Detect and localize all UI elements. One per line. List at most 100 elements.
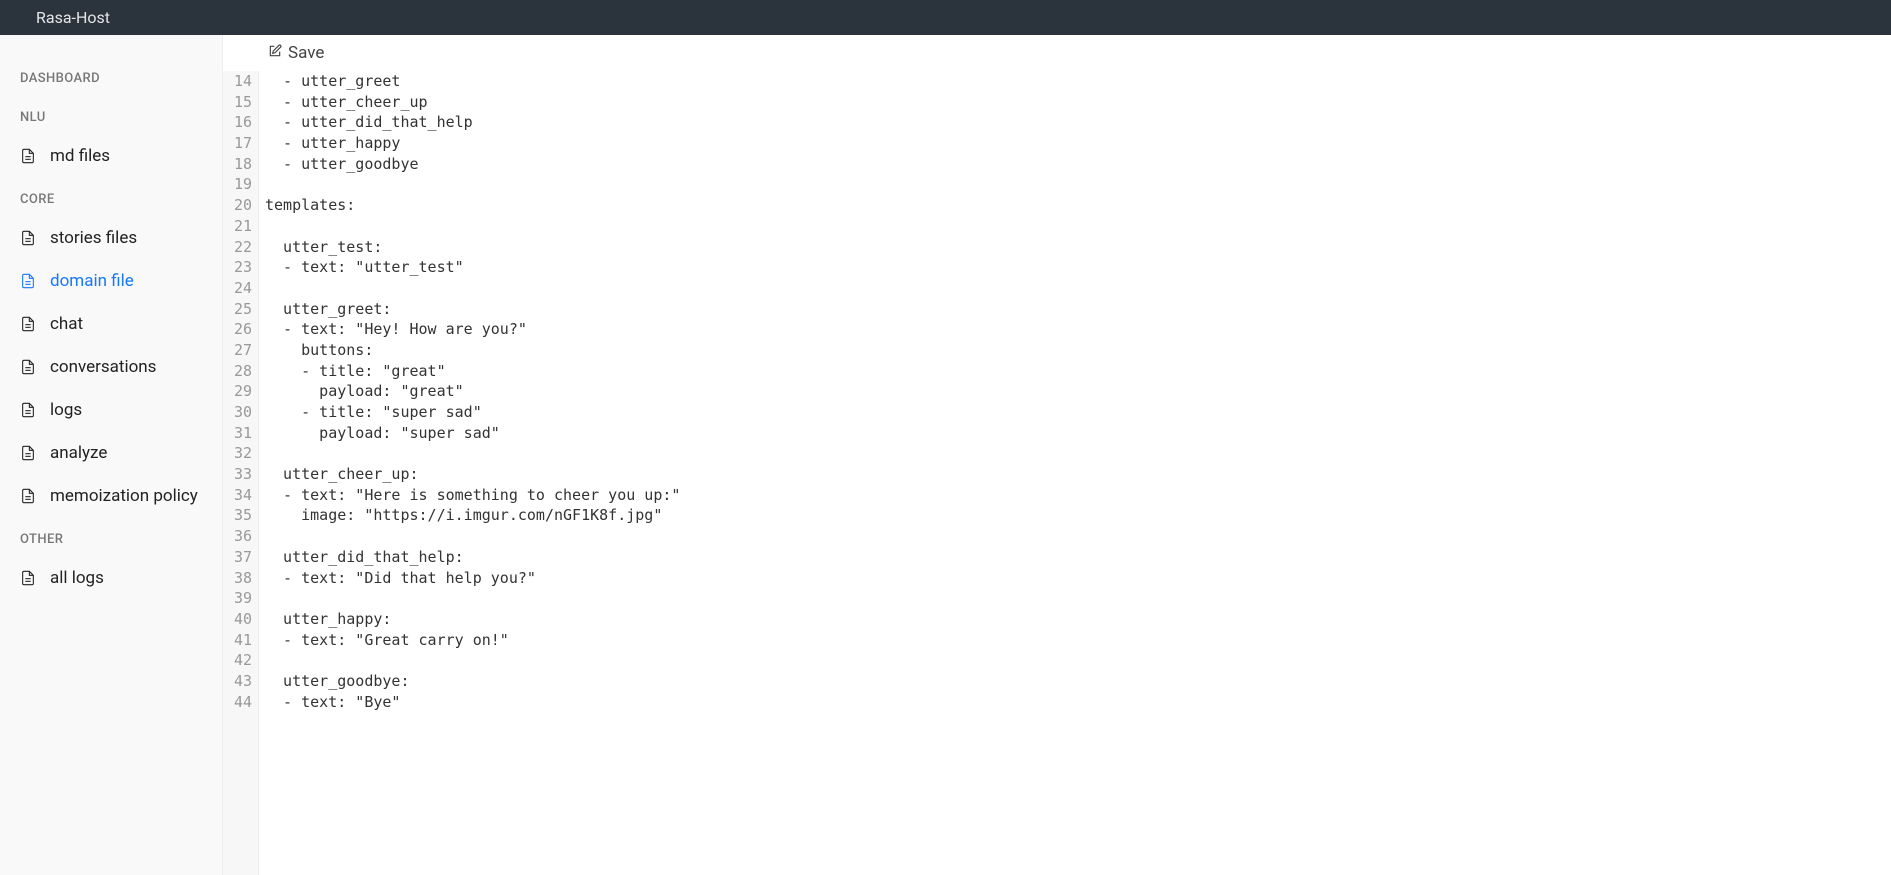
file-icon [20, 487, 38, 505]
sidebar-section-title: DASHBOARD [0, 57, 222, 96]
code-line[interactable] [265, 443, 680, 464]
sidebar-section-title: NLU [0, 96, 222, 135]
line-number: 27 [229, 340, 252, 361]
code-line[interactable]: - text: "Hey! How are you?" [265, 319, 680, 340]
line-number: 42 [229, 650, 252, 671]
code-line[interactable]: - text: "Bye" [265, 692, 680, 713]
line-number: 43 [229, 671, 252, 692]
code-line[interactable]: - text: "Did that help you?" [265, 568, 680, 589]
line-number: 19 [229, 174, 252, 195]
code-line[interactable]: templates: [265, 195, 680, 216]
code-line[interactable]: payload: "super sad" [265, 423, 680, 444]
line-number: 33 [229, 464, 252, 485]
save-button[interactable]: Save [268, 43, 324, 63]
line-number: 38 [229, 568, 252, 589]
sidebar-item-label: memoization policy [50, 485, 202, 508]
file-icon [20, 444, 38, 462]
code-line[interactable]: utter_greet: [265, 299, 680, 320]
line-number: 17 [229, 133, 252, 154]
line-number: 24 [229, 278, 252, 299]
line-number: 15 [229, 92, 252, 113]
sidebar-item-label: analyze [50, 442, 202, 465]
line-number: 25 [229, 299, 252, 320]
sidebar-item-label: domain file [50, 270, 202, 293]
sidebar-item-label: logs [50, 399, 202, 422]
sidebar-item-domain-file[interactable]: domain file [0, 260, 222, 303]
app-header: Rasa-Host [0, 0, 1891, 35]
line-number: 31 [229, 423, 252, 444]
sidebar-item-md-files[interactable]: md files [0, 135, 222, 178]
line-number: 20 [229, 195, 252, 216]
code-line[interactable]: utter_goodbye: [265, 671, 680, 692]
sidebar-item-label: chat [50, 313, 202, 336]
file-icon [20, 147, 38, 165]
code-line[interactable]: utter_happy: [265, 609, 680, 630]
code-editor[interactable]: 1415161718192021222324252627282930313233… [223, 71, 1891, 875]
code-line[interactable]: payload: "great" [265, 381, 680, 402]
line-number: 36 [229, 526, 252, 547]
line-number: 23 [229, 257, 252, 278]
sidebar-item-memoization-policy[interactable]: memoization policy [0, 475, 222, 518]
code-line[interactable] [265, 278, 680, 299]
code-line[interactable]: utter_did_that_help: [265, 547, 680, 568]
sidebar-item-label: md files [50, 145, 202, 168]
line-number-gutter: 1415161718192021222324252627282930313233… [223, 71, 259, 875]
app-title: Rasa-Host [36, 8, 110, 27]
code-line[interactable]: - utter_goodbye [265, 154, 680, 175]
line-number: 35 [229, 505, 252, 526]
file-icon [20, 401, 38, 419]
code-line[interactable]: utter_cheer_up: [265, 464, 680, 485]
code-line[interactable] [265, 650, 680, 671]
line-number: 30 [229, 402, 252, 423]
code-line[interactable]: - title: "super sad" [265, 402, 680, 423]
line-number: 41 [229, 630, 252, 651]
line-number: 29 [229, 381, 252, 402]
sidebar-item-label: stories files [50, 227, 202, 250]
line-number: 14 [229, 71, 252, 92]
line-number: 32 [229, 443, 252, 464]
code-line[interactable]: - text: "Great carry on!" [265, 630, 680, 651]
code-line[interactable]: - utter_greet [265, 71, 680, 92]
file-icon [20, 272, 38, 290]
code-line[interactable] [265, 174, 680, 195]
sidebar-item-stories-files[interactable]: stories files [0, 217, 222, 260]
line-number: 44 [229, 692, 252, 713]
line-number: 34 [229, 485, 252, 506]
line-number: 21 [229, 216, 252, 237]
code-line[interactable]: - utter_happy [265, 133, 680, 154]
code-line[interactable]: image: "https://i.imgur.com/nGF1K8f.jpg" [265, 505, 680, 526]
file-icon [20, 569, 38, 587]
save-label: Save [288, 43, 324, 63]
line-number: 37 [229, 547, 252, 568]
code-line[interactable]: - text: "Here is something to cheer you … [265, 485, 680, 506]
code-content[interactable]: - utter_greet - utter_cheer_up - utter_d… [259, 71, 680, 875]
sidebar-item-conversations[interactable]: conversations [0, 346, 222, 389]
code-line[interactable]: - utter_cheer_up [265, 92, 680, 113]
sidebar: DASHBOARDNLU md files CORE stories files dom… [0, 35, 223, 875]
line-number: 16 [229, 112, 252, 133]
edit-icon [268, 43, 282, 63]
line-number: 28 [229, 361, 252, 382]
main-panel: Save 14151617181920212223242526272829303… [223, 35, 1891, 875]
code-line[interactable]: - utter_did_that_help [265, 112, 680, 133]
line-number: 39 [229, 588, 252, 609]
code-line[interactable] [265, 526, 680, 547]
sidebar-item-label: conversations [50, 356, 202, 379]
sidebar-section-title: OTHER [0, 518, 222, 557]
sidebar-section-title: CORE [0, 178, 222, 217]
code-line[interactable]: buttons: [265, 340, 680, 361]
code-line[interactable]: - title: "great" [265, 361, 680, 382]
file-icon [20, 229, 38, 247]
code-line[interactable] [265, 588, 680, 609]
sidebar-item-chat[interactable]: chat [0, 303, 222, 346]
code-line[interactable]: utter_test: [265, 237, 680, 258]
sidebar-item-analyze[interactable]: analyze [0, 432, 222, 475]
sidebar-item-all-logs[interactable]: all logs [0, 557, 222, 600]
code-line[interactable]: - text: "utter_test" [265, 257, 680, 278]
file-icon [20, 315, 38, 333]
editor-toolbar: Save [223, 35, 1891, 71]
sidebar-item-logs[interactable]: logs [0, 389, 222, 432]
line-number: 18 [229, 154, 252, 175]
line-number: 26 [229, 319, 252, 340]
code-line[interactable] [265, 216, 680, 237]
